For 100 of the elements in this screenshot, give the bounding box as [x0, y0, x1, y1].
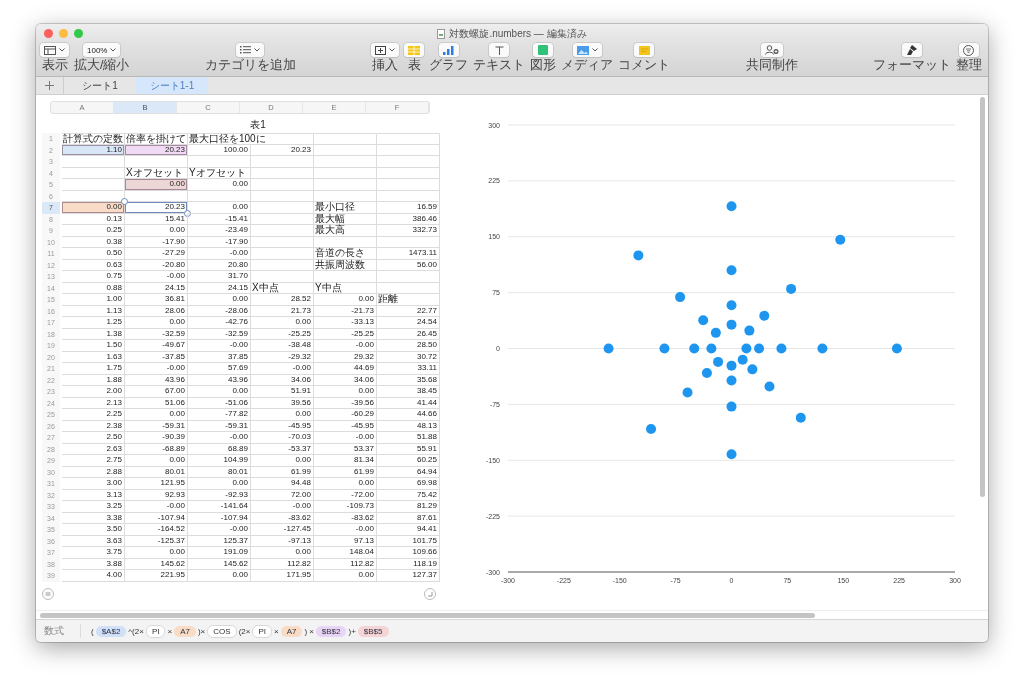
- sheet-tab[interactable]: シート1-1: [136, 77, 208, 94]
- function-token[interactable]: PI: [252, 624, 272, 638]
- table-cell: 51.06: [125, 397, 188, 409]
- table-cell: 3.63: [62, 535, 125, 547]
- formula-field[interactable]: ( $A$2 ^(2× PI × A7 )× COS (2× PI × A7 ) × $B$2 )+ $B$5: [81, 624, 389, 638]
- table-cell: 69.98: [377, 478, 440, 490]
- table-cell: 64.94: [377, 466, 440, 478]
- empty-cell: [377, 144, 440, 156]
- sheet-tab[interactable]: シート1: [64, 77, 136, 94]
- table-cell: -0.00: [188, 524, 251, 536]
- table-cell: 2.25: [62, 409, 125, 421]
- table-cell: -25.25: [251, 328, 314, 340]
- table-cell: 20.80: [188, 259, 251, 271]
- share-button[interactable]: 共同制作: [745, 43, 798, 73]
- table-cell: 41.44: [377, 397, 440, 409]
- table-cell: 48.13: [377, 420, 440, 432]
- empty-cell: [314, 133, 377, 145]
- table-cell: 0.00: [125, 409, 188, 421]
- insert-button[interactable]: 挿入: [371, 43, 400, 73]
- table-cell: 最大幅: [314, 213, 377, 225]
- table-cell: 0.00: [251, 547, 314, 559]
- table-cell: 118.19: [377, 558, 440, 570]
- table-cell: -90.39: [125, 432, 188, 444]
- formula-text: (: [91, 625, 94, 637]
- empty-cell: [377, 133, 440, 145]
- cell-reference[interactable]: $A$2: [95, 625, 127, 637]
- empty-cell: [125, 156, 188, 168]
- table-cell: -39.56: [314, 397, 377, 409]
- table-cell: 0.38: [62, 236, 125, 248]
- function-token[interactable]: COS: [207, 624, 237, 638]
- table-cell: 29.32: [314, 351, 377, 363]
- formula-text: (2×: [238, 625, 251, 637]
- view-button[interactable]: 表示: [40, 43, 69, 73]
- table-cell: 100.00: [188, 144, 251, 156]
- cell-reference[interactable]: $B$5: [357, 625, 389, 637]
- table-cell: -141.64: [188, 501, 251, 513]
- table-cell: 0.75: [62, 271, 125, 283]
- table-cell: 最大口径を100に: [188, 133, 314, 145]
- close-button[interactable]: [44, 29, 53, 38]
- category-button[interactable]: カテゴリを追加: [204, 43, 296, 73]
- table-cell: 38.45: [377, 386, 440, 398]
- table-cell: 2.75: [62, 455, 125, 467]
- empty-cell: [377, 282, 440, 294]
- table-cell: 0.00: [314, 478, 377, 490]
- table-cell: -125.37: [125, 535, 188, 547]
- table-cell: -68.89: [125, 443, 188, 455]
- formula-text: ×: [167, 625, 173, 637]
- function-token[interactable]: PI: [145, 624, 166, 638]
- zoom-button[interactable]: 100% 拡大/縮小: [74, 43, 130, 73]
- table-cell: 1.75: [62, 363, 125, 375]
- table-cell: -0.00: [188, 432, 251, 444]
- bar-chart-icon: [443, 45, 455, 55]
- brush-icon: [906, 45, 918, 55]
- table-button[interactable]: 表: [404, 43, 425, 73]
- table-cell: 0.00: [188, 179, 251, 191]
- minimize-button[interactable]: [59, 29, 68, 38]
- empty-cell: [251, 259, 314, 271]
- table-cell: -70.03: [251, 432, 314, 444]
- table-cell: -0.00: [251, 363, 314, 375]
- table-cell: 44.66: [377, 409, 440, 421]
- media-button[interactable]: メディア: [561, 43, 614, 73]
- table-cell: 61.99: [314, 466, 377, 478]
- resize-handle-icon[interactable]: [424, 587, 436, 600]
- chart-button[interactable]: グラフ: [429, 43, 469, 73]
- shape-button[interactable]: 図形: [530, 43, 557, 73]
- organize-icon: [963, 44, 975, 56]
- table-cell: 音道の長さ: [314, 248, 377, 260]
- organize-button[interactable]: 整理: [956, 43, 982, 73]
- table-cell: -0.00: [314, 432, 377, 444]
- empty-cell: [377, 167, 440, 179]
- cell-reference[interactable]: A7: [174, 625, 196, 637]
- zoom-button[interactable]: [74, 29, 83, 38]
- table-cell: 34.06: [251, 374, 314, 386]
- table-cell: 125.37: [188, 535, 251, 547]
- cell-reference[interactable]: A7: [280, 625, 303, 637]
- table-cell: 386.46: [377, 213, 440, 225]
- formula-text: ): [304, 625, 308, 637]
- empty-cell: [314, 236, 377, 248]
- cell-reference[interactable]: $B$2: [315, 625, 347, 637]
- format-button[interactable]: フォーマット: [873, 43, 951, 73]
- table-cell: -42.76: [188, 317, 251, 329]
- empty-cell: [251, 225, 314, 237]
- table-cell: -59.31: [188, 420, 251, 432]
- formula-text: ×: [309, 625, 314, 637]
- empty-cell: [314, 144, 377, 156]
- table-cell: -21.73: [314, 305, 377, 317]
- table-cell: 55.91: [377, 443, 440, 455]
- table-cell: 0.00: [125, 547, 188, 559]
- row-handle-icon[interactable]: [42, 587, 54, 600]
- table-cell: 1473.11: [377, 248, 440, 260]
- table-cell: 0.88: [62, 282, 125, 294]
- table-cell: 31.70: [188, 271, 251, 283]
- table-cell: 94.48: [251, 478, 314, 490]
- table-cell: 61.99: [251, 466, 314, 478]
- comment-button[interactable]: コメント: [618, 43, 671, 73]
- caret-icon: [59, 48, 65, 52]
- table-cell: Y中点: [314, 282, 377, 294]
- table-cell: 112.82: [314, 558, 377, 570]
- text-button[interactable]: テキスト: [473, 43, 526, 73]
- table-cell: -38.48: [251, 340, 314, 352]
